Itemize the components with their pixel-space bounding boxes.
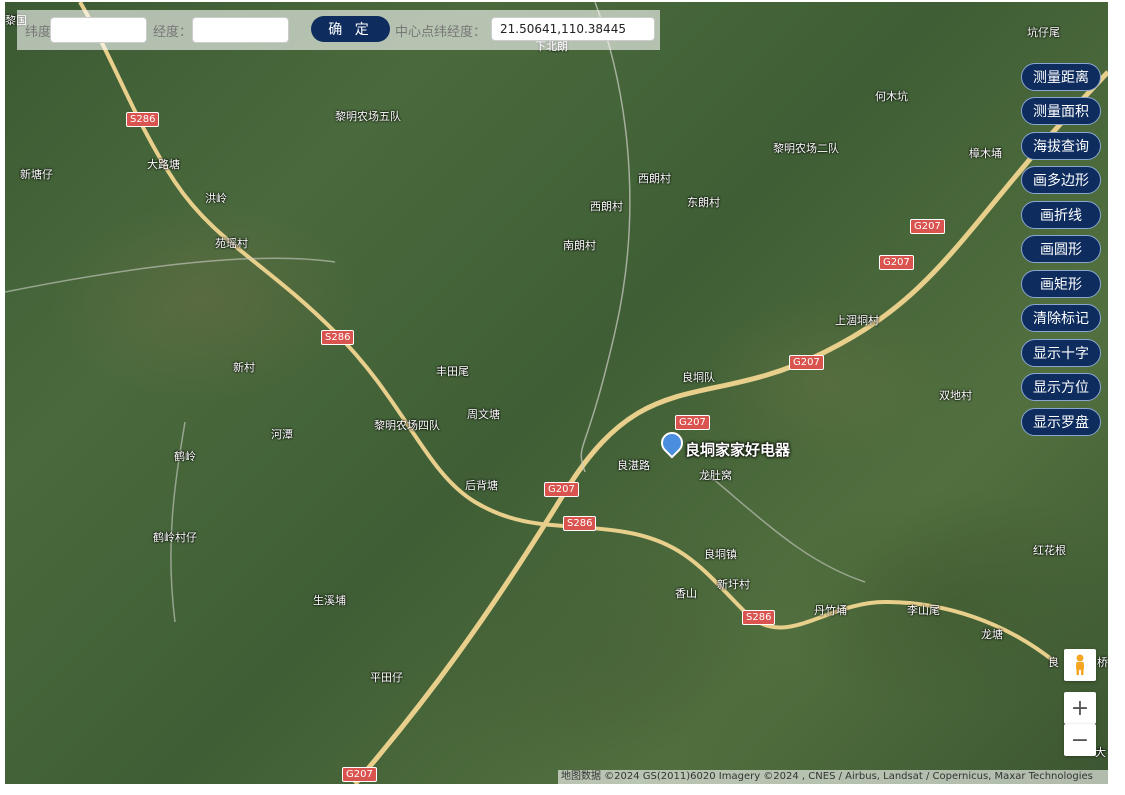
place-label: 苑瑶村 <box>215 237 248 250</box>
place-label: 何木坑 <box>875 90 908 103</box>
place-label: 南朗村 <box>563 239 596 252</box>
zoom-out-button[interactable]: − <box>1064 724 1096 756</box>
place-label: 丹竹埇 <box>814 604 847 617</box>
map-attribution: 地图数据 ©2024 GS(2011)6020 Imagery ©2024 , … <box>558 770 1108 784</box>
latitude-input[interactable] <box>50 17 148 43</box>
place-label: 香山 <box>675 587 697 600</box>
longitude-input[interactable] <box>192 17 290 43</box>
road-shield: G207 <box>544 482 579 497</box>
road-shield: S286 <box>742 610 776 625</box>
confirm-button[interactable]: 确 定 <box>311 16 390 42</box>
place-label: 生溪埔 <box>313 594 346 607</box>
place-label: 良湛路 <box>617 459 650 472</box>
satellite-map[interactable]: 黎明农场五队 黎明农场二队 何木坑 坑仔尾 新塘仔 大路塘 洪岭 苑瑶村 西朗村… <box>5 2 1108 784</box>
road-shield: G207 <box>789 355 824 370</box>
place-label: 黎明农场五队 <box>335 110 401 123</box>
show-direction-button[interactable]: 显示方位 <box>1021 373 1101 401</box>
place-label: 龙肚窝 <box>699 469 732 482</box>
place-label: 鹤岭 <box>174 450 196 463</box>
center-coord-value: 21.50641,110.38445 <box>491 17 655 41</box>
show-crosshair-button[interactable]: 显示十字 <box>1021 339 1101 367</box>
measure-area-button[interactable]: 测量面积 <box>1021 97 1101 125</box>
place-label: 后背塘 <box>465 479 498 492</box>
clear-markers-button[interactable]: 清除标记 <box>1021 304 1101 332</box>
place-label: 西朗村 <box>590 200 623 213</box>
place-label: 良垌镇 <box>704 548 737 561</box>
place-label: 西朗村 <box>638 172 671 185</box>
show-compass-button[interactable]: 显示罗盘 <box>1021 408 1101 436</box>
measure-distance-button[interactable]: 测量距离 <box>1021 63 1101 91</box>
elevation-query-button[interactable]: 海拔查询 <box>1021 132 1101 160</box>
longitude-label: 经度： <box>153 24 193 40</box>
road-shield: G207 <box>342 767 377 782</box>
place-label: 红花根 <box>1033 544 1066 557</box>
place-label: 桥 <box>1097 656 1108 669</box>
place-label: 良垌队 <box>682 371 715 384</box>
place-label: 周文塘 <box>467 408 500 421</box>
draw-circle-button[interactable]: 画圆形 <box>1021 235 1101 263</box>
pegman-icon[interactable] <box>1064 649 1096 681</box>
place-label: 上涸垌村 <box>835 314 879 327</box>
place-label: 河潭 <box>271 428 293 441</box>
zoom-in-button[interactable]: + <box>1064 692 1096 724</box>
place-label: 大 <box>1095 746 1106 759</box>
draw-rectangle-button[interactable]: 画矩形 <box>1021 270 1101 298</box>
place-label: 李山尾 <box>907 604 940 617</box>
place-label: 双地村 <box>939 389 972 402</box>
road-shield: G207 <box>675 415 710 430</box>
place-label: 大路塘 <box>147 158 180 171</box>
road-shield: S286 <box>321 330 355 345</box>
place-label: 洪岭 <box>205 192 227 205</box>
place-label: 良 <box>1048 656 1059 669</box>
place-label: 东朗村 <box>687 196 720 209</box>
place-label: 坑仔尾 <box>1027 26 1060 39</box>
road-shield: G207 <box>879 255 914 270</box>
center-coord-label: 中心点纬经度： <box>395 25 487 40</box>
road-shield: S286 <box>563 516 597 531</box>
place-label: 新村 <box>233 361 255 374</box>
road-shield: G207 <box>910 219 945 234</box>
draw-polyline-button[interactable]: 画折线 <box>1021 201 1101 229</box>
place-label: 樟木埇 <box>969 147 1002 160</box>
place-label: 平田仔 <box>370 671 403 684</box>
road-shield: S286 <box>126 112 160 127</box>
place-label: 丰田尾 <box>436 365 469 378</box>
draw-polygon-button[interactable]: 画多边形 <box>1021 166 1101 194</box>
poi-label[interactable]: 良垌家家好电器 <box>685 439 790 460</box>
place-label: 龙塘 <box>981 628 1003 641</box>
place-label: 新塘仔 <box>20 168 53 181</box>
place-label: 新圩村 <box>717 578 750 591</box>
place-label: 黎明农场二队 <box>773 142 839 155</box>
place-label: 黎明农场四队 <box>374 419 440 432</box>
place-label: 鹤岭村仔 <box>153 531 197 544</box>
